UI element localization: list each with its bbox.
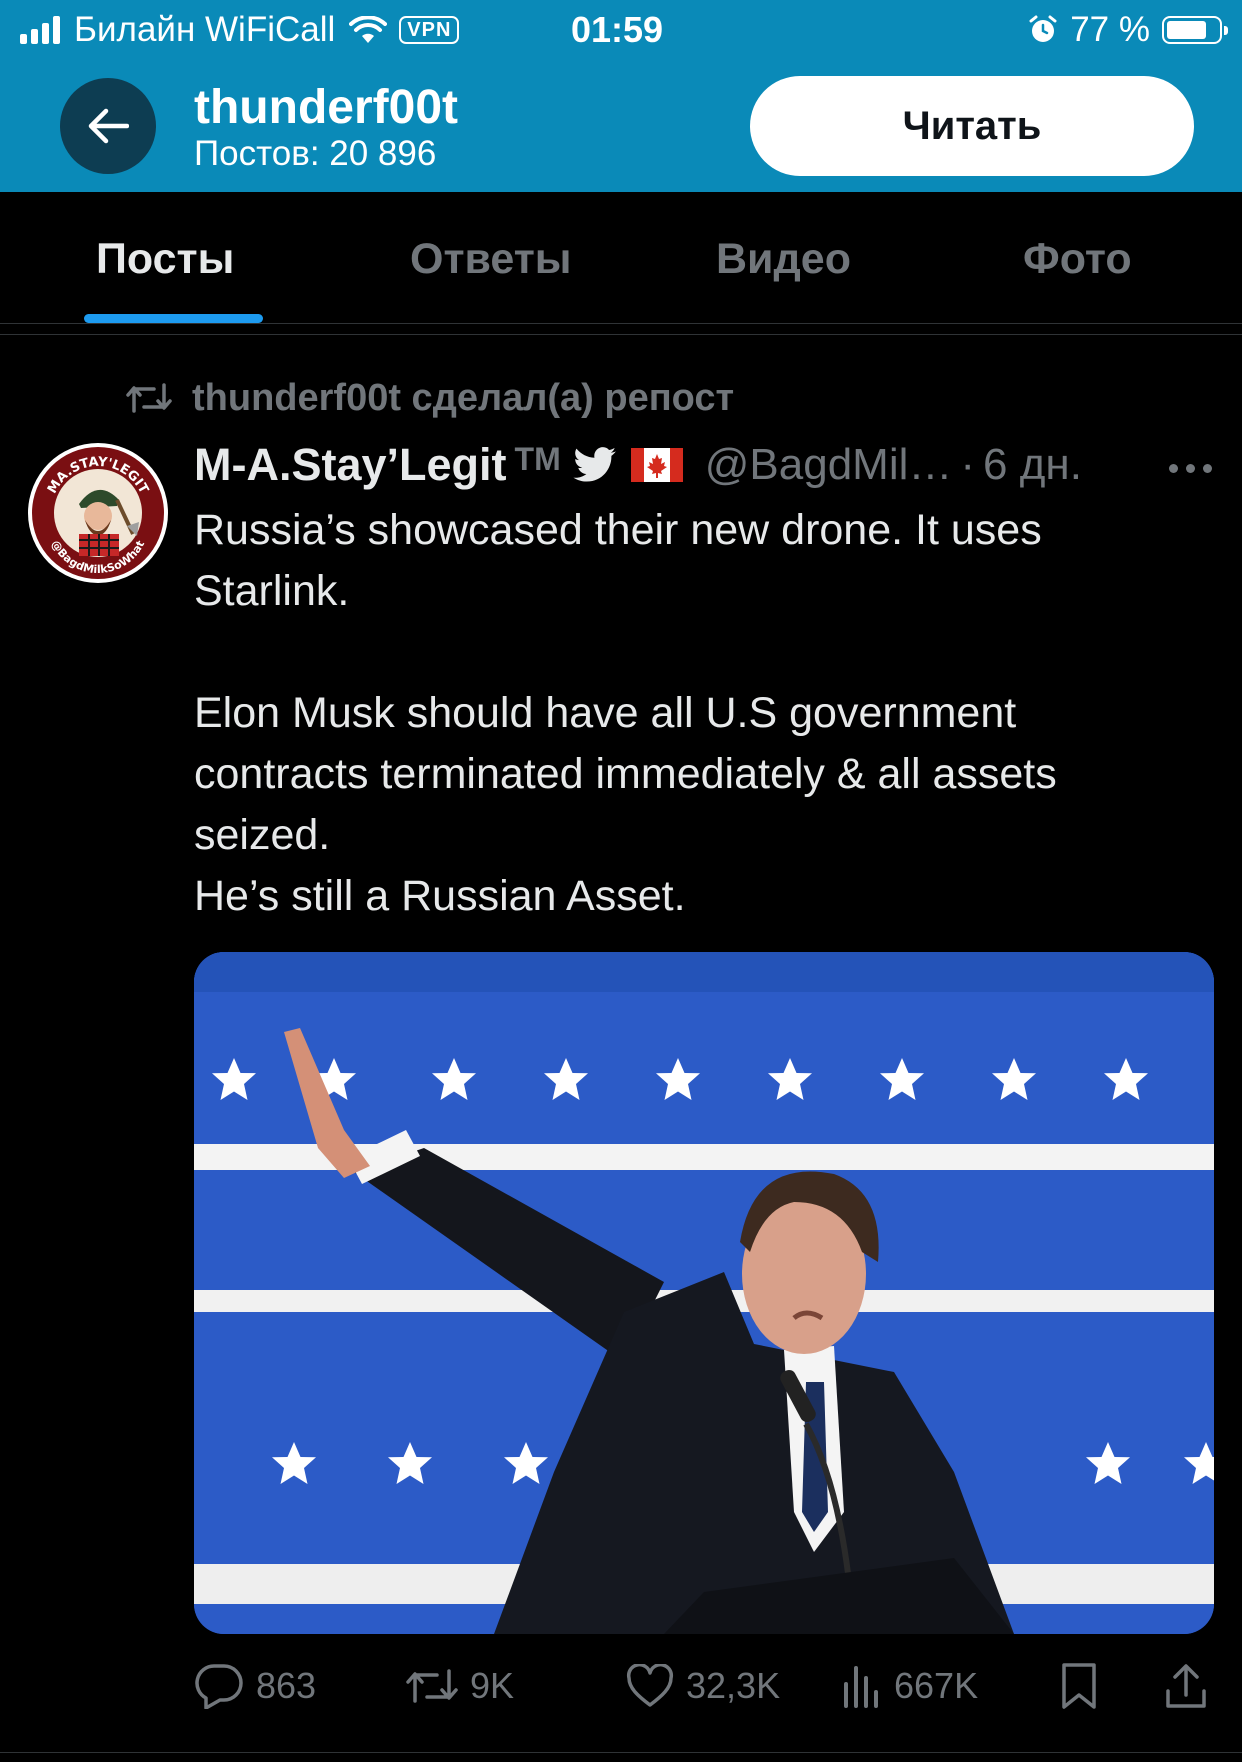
tab-photos[interactable]: Фото bbox=[1023, 234, 1132, 284]
tab-posts[interactable]: Посты bbox=[96, 234, 234, 284]
author-handle[interactable]: @BagdMil… bbox=[705, 440, 953, 490]
share-icon bbox=[1166, 1664, 1206, 1708]
active-tab-indicator bbox=[84, 314, 263, 323]
tweet-time[interactable]: 6 дн. bbox=[983, 440, 1082, 490]
repost-text: thunderf00t сделал(а) репост bbox=[192, 377, 735, 419]
divider bbox=[0, 334, 1242, 335]
tweet-line: Elon Musk should have all U.S government… bbox=[194, 689, 1057, 859]
tweet-text: Russia’s showcased their new drone. It u… bbox=[194, 500, 1194, 927]
battery-percent: 77 % bbox=[1070, 10, 1150, 49]
tweet-line: He’s still a Russian Asset. bbox=[194, 872, 686, 920]
repost-icon bbox=[126, 383, 172, 413]
status-right: 77 % bbox=[1028, 8, 1228, 52]
post-count: Постов: 20 896 bbox=[194, 134, 437, 173]
status-time: 01:59 bbox=[571, 9, 664, 50]
vpn-badge: VPN bbox=[399, 16, 460, 44]
profile-header: Билайн WiFiCall VPN 01:59 77 % thunderf0… bbox=[0, 0, 1242, 192]
wifi-icon bbox=[349, 16, 388, 43]
like-button[interactable]: 32,3K bbox=[626, 1650, 780, 1722]
repost-icon bbox=[406, 1669, 458, 1703]
reply-icon bbox=[195, 1664, 243, 1709]
more-options-icon[interactable] bbox=[1169, 440, 1212, 497]
alarm-icon bbox=[1029, 15, 1057, 42]
view-count: 667K bbox=[894, 1665, 979, 1706]
profile-tabs: Посты Ответы Видео Фото bbox=[0, 192, 1242, 324]
bookmark-button[interactable] bbox=[1060, 1650, 1110, 1722]
trademark: TM bbox=[514, 440, 561, 477]
tab-video[interactable]: Видео bbox=[716, 234, 851, 284]
tab-replies[interactable]: Ответы bbox=[410, 234, 572, 284]
repost-context[interactable]: thunderf00t сделал(а) репост bbox=[126, 374, 734, 422]
tweet-header: M-A.Stay’Legit TM @BagdMil… · 6 дн. bbox=[194, 437, 1214, 493]
reply-count: 863 bbox=[256, 1665, 317, 1706]
status-bar: Билайн WiFiCall VPN 01:59 77 % bbox=[0, 0, 1242, 62]
avatar-image: MA.STAY'LEGIT @BagdMilkSoWhat bbox=[28, 443, 168, 583]
author-name[interactable]: M-A.Stay’Legit bbox=[194, 439, 507, 491]
profile-name: thunderf00t bbox=[194, 81, 458, 134]
divider bbox=[0, 1752, 1242, 1753]
tweet-media-image[interactable] bbox=[194, 952, 1214, 1634]
reply-button[interactable]: 863 bbox=[194, 1650, 316, 1722]
battery-icon bbox=[1162, 16, 1228, 44]
arrow-left-icon bbox=[88, 108, 129, 144]
twitter-bird-icon bbox=[573, 447, 616, 482]
like-count: 32,3K bbox=[686, 1665, 781, 1706]
follow-button[interactable]: Читать bbox=[750, 76, 1194, 176]
author-avatar[interactable]: MA.STAY'LEGIT @BagdMilkSoWhat bbox=[27, 442, 169, 584]
share-button[interactable] bbox=[1164, 1650, 1220, 1722]
heart-icon bbox=[626, 1664, 674, 1707]
photo-speaker-at-podium bbox=[194, 952, 1214, 1634]
tweet-line-break bbox=[194, 622, 1194, 683]
views-button[interactable]: 667K bbox=[842, 1650, 978, 1722]
cellular-signal-icon bbox=[20, 16, 60, 44]
status-left: Билайн WiFiCall VPN bbox=[20, 8, 460, 52]
repost-button[interactable]: 9K bbox=[406, 1650, 514, 1722]
back-button[interactable] bbox=[60, 78, 156, 174]
views-chart-icon bbox=[844, 1666, 878, 1708]
tweet-line: Russia’s showcased their new drone. It u… bbox=[194, 506, 1042, 615]
separator-dot: · bbox=[960, 440, 976, 489]
bookmark-icon bbox=[1062, 1663, 1096, 1709]
repost-count: 9K bbox=[470, 1665, 515, 1706]
canada-flag-icon bbox=[630, 448, 683, 482]
tweet-actions: 863 9K 32,3K 667K bbox=[0, 1650, 1242, 1722]
carrier-name: Билайн WiFiCall bbox=[74, 10, 336, 49]
